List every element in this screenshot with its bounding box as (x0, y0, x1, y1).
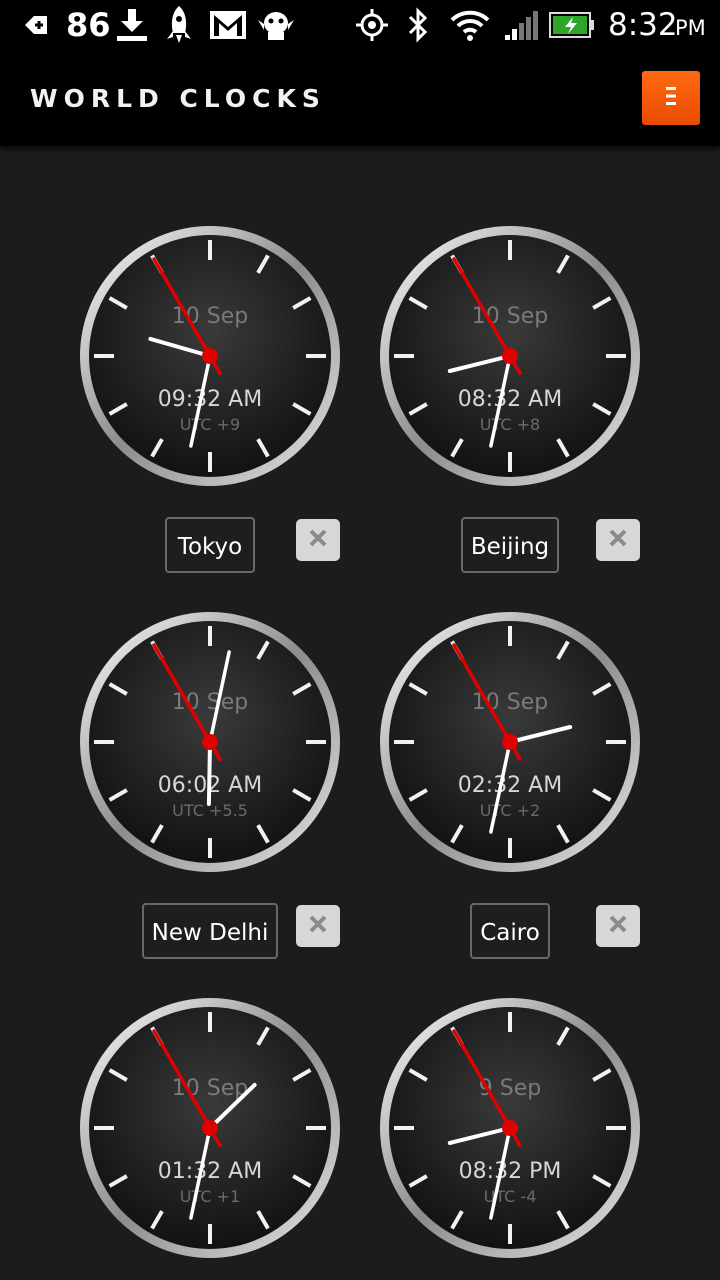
notification-count: 86 (66, 6, 111, 44)
clock-center-pin (502, 348, 518, 364)
clock-utc-offset: UTC -4 (484, 1187, 537, 1206)
city-button-new-delhi[interactable]: New Delhi (142, 903, 278, 959)
menu-button[interactable] (642, 71, 700, 125)
clock-svg: 10 Sep09:32 AMUTC +9 (80, 226, 340, 486)
clock-center-pin (502, 1120, 518, 1136)
close-icon (608, 914, 628, 938)
clock-digital-time: 09:32 AM (158, 387, 262, 412)
remove-clock-button-cairo[interactable] (596, 905, 640, 947)
status-ampm: PM (675, 16, 706, 40)
city-button-tokyo[interactable]: Tokyo (165, 517, 255, 573)
clock-utc-offset: UTC +1 (180, 1187, 240, 1206)
hour-hand (206, 740, 212, 806)
city-button-cairo[interactable]: Cairo (470, 903, 550, 959)
app-title: WORLD CLOCKS (30, 84, 326, 113)
menu-icon (664, 85, 678, 111)
clock-utc-offset: UTC +8 (480, 415, 540, 434)
clock-digital-time: 08:32 AM (458, 387, 562, 412)
bluetooth-icon (404, 0, 432, 50)
clock-center-pin (202, 734, 218, 750)
city-button-beijing[interactable]: Beijing (461, 517, 559, 573)
gmail-icon (208, 0, 248, 50)
battery-icon (548, 0, 596, 50)
remove-clock-button-new-delhi[interactable] (296, 905, 340, 947)
app-bar: WORLD CLOCKS (0, 50, 720, 146)
clock-svg: 10 Sep02:32 AMUTC +2 (380, 612, 640, 872)
wifi-icon (448, 0, 492, 50)
clock-face-beijing: 10 Sep 08:32 AM UTC +8 (379, 225, 641, 487)
clock-svg: 10 Sep06:02 AMUTC +5.5 (80, 612, 340, 872)
clock-face-utc-plus-1: 10 Sep 01:32 AM UTC +1 (79, 997, 341, 1259)
clock-face-new-delhi: 10 Sep 06:02 AM UTC +5.5 (79, 611, 341, 873)
clock-svg: 10 Sep01:32 AMUTC +1 (80, 998, 340, 1258)
clock-utc-offset: UTC +2 (480, 801, 540, 820)
status-bar: 86 8:32 PM (0, 0, 720, 50)
close-icon (308, 528, 328, 552)
status-time: 8:32 (608, 7, 678, 43)
remove-clock-button-beijing[interactable] (596, 519, 640, 561)
clock-digital-time: 01:32 AM (158, 1159, 262, 1184)
clock-center-pin (502, 734, 518, 750)
clock-face-cairo: 10 Sep 02:32 AM UTC +2 (379, 611, 641, 873)
robot-icon (256, 0, 296, 50)
rocket-icon (162, 0, 196, 50)
clock-center-pin (202, 1120, 218, 1136)
close-icon (608, 528, 628, 552)
clock-face-utc-minus-4: 9 Sep 08:32 PM UTC -4 (379, 997, 641, 1259)
clock-svg: 9 Sep08:32 PMUTC -4 (380, 998, 640, 1258)
back-arrow-icon (22, 0, 50, 50)
clock-digital-time: 02:32 AM (458, 773, 562, 798)
clock-digital-time: 08:32 PM (459, 1159, 562, 1184)
clock-face-tokyo: 10 Sep 09:32 AM UTC +9 (79, 225, 341, 487)
gps-icon (354, 0, 390, 50)
clock-utc-offset: UTC +9 (180, 415, 240, 434)
clock-svg: 10 Sep08:32 AMUTC +8 (380, 226, 640, 486)
signal-icon (502, 0, 540, 50)
clock-center-pin (202, 348, 218, 364)
remove-clock-button-tokyo[interactable] (296, 519, 340, 561)
download-icon (112, 0, 152, 50)
close-icon (308, 914, 328, 938)
